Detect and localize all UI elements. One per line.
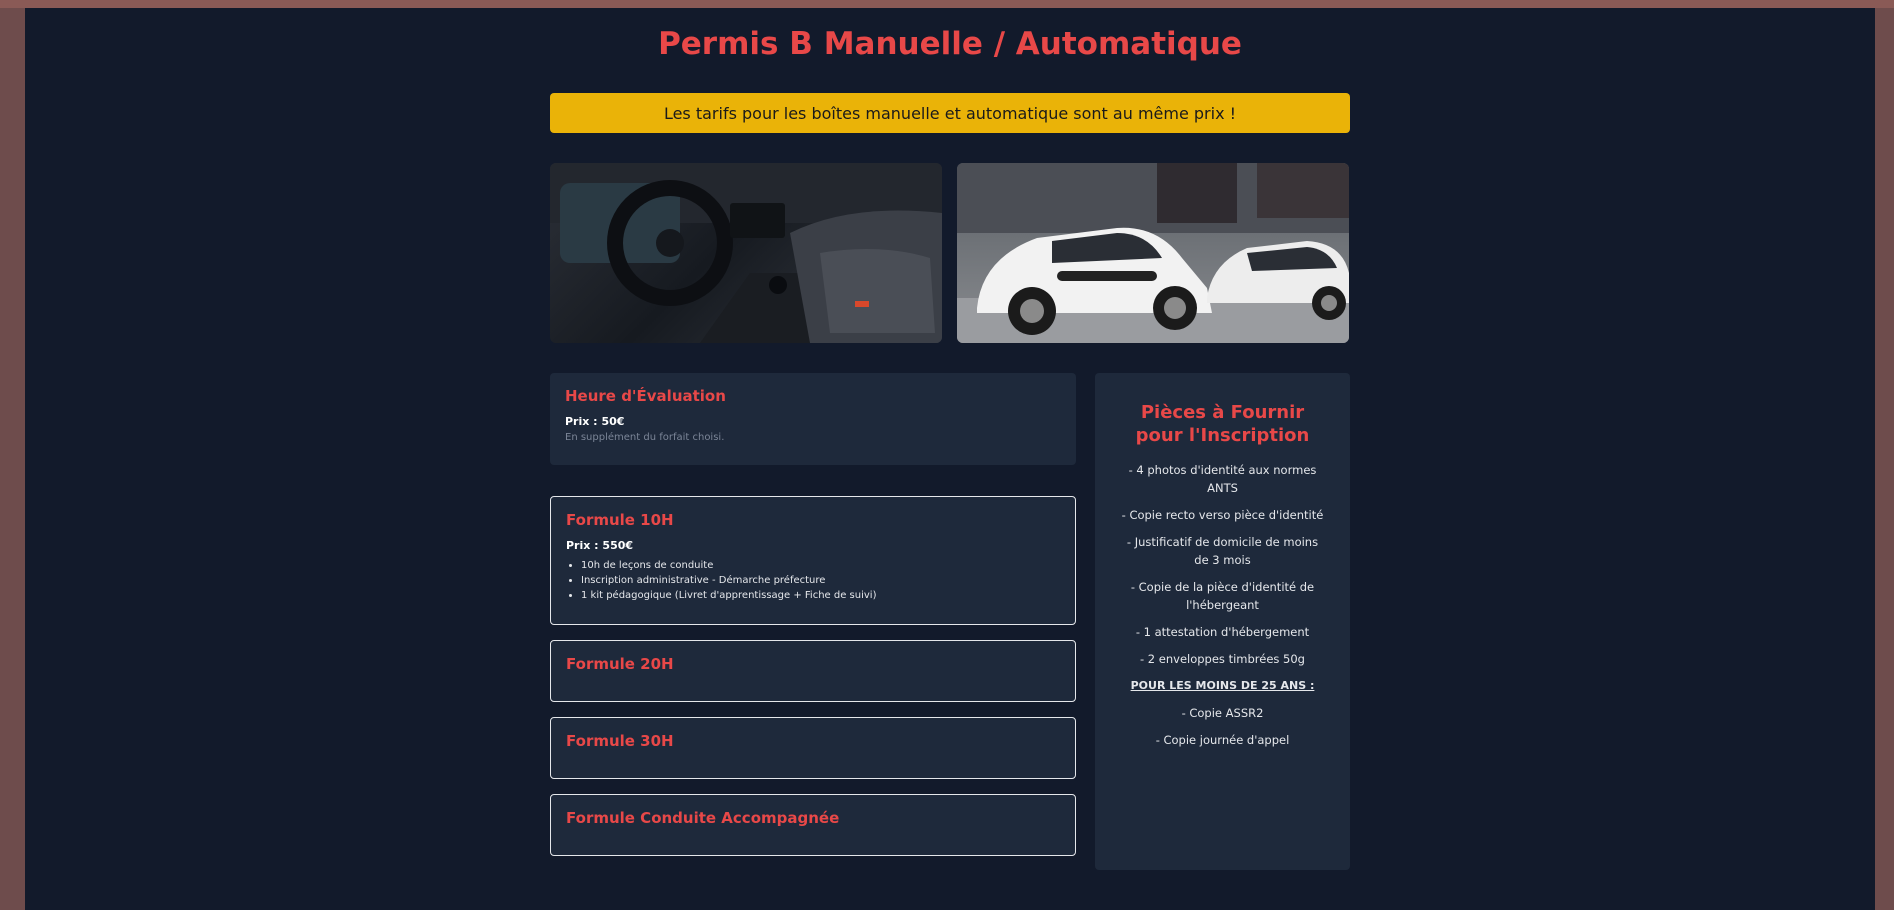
window-top-border xyxy=(0,0,1894,8)
formula-price: Prix : 550€ xyxy=(566,539,634,552)
list-item: 1 kit pédagogique (Livret d'apprentissag… xyxy=(581,588,1060,603)
car-interior-photo xyxy=(550,163,942,343)
formula-20h-card[interactable]: Formule 20H xyxy=(550,640,1076,702)
document-item: - 4 photos d'identité aux normes ANTS xyxy=(1128,463,1317,495)
formula-10h-card[interactable]: Formule 10H Prix : 550€ 10h de leçons de… xyxy=(550,496,1076,625)
document-item: - Copie recto verso pièce d'identité xyxy=(1121,508,1324,522)
formula-title: Formule 20H xyxy=(566,655,674,673)
document-item: - 2 enveloppes timbrées 50g xyxy=(1140,652,1305,666)
formula-30h-card[interactable]: Formule 30H xyxy=(550,717,1076,779)
page-title: Permis B Manuelle / Automatique xyxy=(658,26,1242,62)
under-25-heading: POUR LES MOINS DE 25 ANS : xyxy=(1130,679,1315,692)
formula-title: Formule 10H xyxy=(566,511,674,529)
evaluation-title: Heure d'Évaluation xyxy=(565,387,726,405)
document-item: - Copie ASSR2 xyxy=(1181,706,1264,720)
documents-title: Pièces à Fournir pour l'Inscription xyxy=(1110,401,1335,447)
list-item: Inscription administrative - Démarche pr… xyxy=(581,573,1060,588)
driving-school-cars-photo xyxy=(957,163,1349,343)
evaluation-hour-card: Heure d'Évaluation Prix : 50€ En supplém… xyxy=(550,373,1076,465)
formula-accompanied-card[interactable]: Formule Conduite Accompagnée xyxy=(550,794,1076,856)
evaluation-price: Prix : 50€ xyxy=(565,415,1061,428)
document-item: - Copie journée d'appel xyxy=(1155,733,1290,747)
documents-title-line-1: Pièces à Fournir xyxy=(1140,402,1305,423)
evaluation-note: En supplément du forfait choisi. xyxy=(565,432,725,443)
documents-title-line-2: pour l'Inscription xyxy=(1135,425,1310,446)
document-item: - Copie de la pièce d'identité de l'hébe… xyxy=(1130,580,1315,612)
evaluation-price-value: 50€ xyxy=(601,415,625,428)
formula-title: Formule Conduite Accompagnée xyxy=(566,809,840,827)
required-documents-panel: Pièces à Fournir pour l'Inscription - 4 … xyxy=(1095,373,1350,870)
document-item: - Justificatif de domicile de moins de 3… xyxy=(1126,535,1319,567)
document-item: - 1 attestation d'hébergement xyxy=(1135,625,1310,639)
formula-title: Formule 30H xyxy=(566,732,674,750)
formula-features-list: 10h de leçons de conduite Inscription ad… xyxy=(566,558,1060,603)
price-info-banner: Les tarifs pour les boîtes manuelle et a… xyxy=(550,93,1350,133)
required-documents-box: Pièces à Fournir pour l'Inscription - 4 … xyxy=(1110,381,1335,791)
evaluation-price-label: Prix : xyxy=(565,415,598,428)
list-item: 10h de leçons de conduite xyxy=(581,558,1060,573)
page-content: Permis B Manuelle / Automatique Les tari… xyxy=(25,8,1875,910)
